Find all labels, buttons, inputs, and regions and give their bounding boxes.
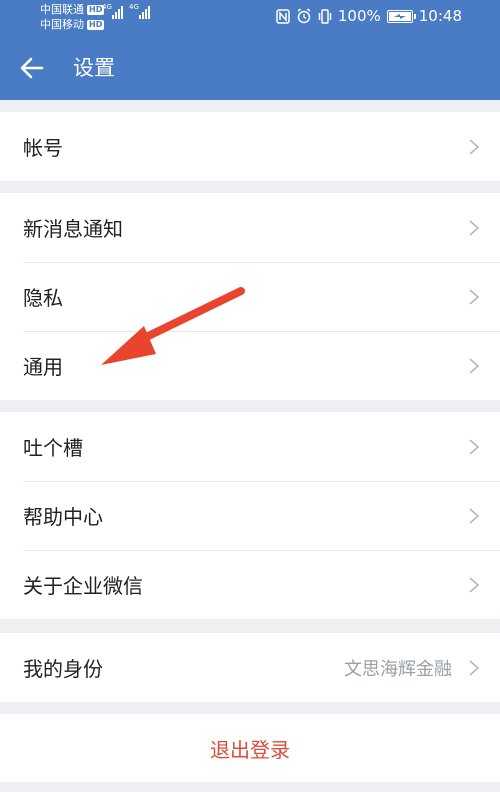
page-title: 设置 xyxy=(73,56,115,80)
network-type-1: 4G xyxy=(102,3,112,11)
status-right: 100% 10:48 xyxy=(276,7,462,25)
app-header: 设置 xyxy=(0,36,500,100)
settings-item-label: 我的身份 xyxy=(23,657,103,681)
settings-item-feedback[interactable]: 吐个槽 xyxy=(0,412,500,481)
settings-item-privacy[interactable]: 隐私 xyxy=(0,262,500,331)
settings-item-notifications[interactable]: 新消息通知 xyxy=(0,193,500,262)
settings-item-label: 帐号 xyxy=(23,136,63,160)
nfc-icon xyxy=(276,8,290,24)
arrow-left-icon xyxy=(20,57,44,79)
chevron-right-icon xyxy=(469,358,480,374)
carrier-info: 中国联通 HD 中国移动 HD xyxy=(40,2,105,32)
chevron-right-icon xyxy=(469,439,480,455)
settings-item-value: 文思海辉金融 xyxy=(344,658,452,680)
settings-item-label: 隐私 xyxy=(23,286,63,310)
hd-badge-2: HD xyxy=(87,19,105,30)
battery-percent: 100% xyxy=(337,7,381,25)
settings-group-support: 吐个槽 帮助中心 关于企业微信 xyxy=(0,412,500,619)
settings-item-general[interactable]: 通用 xyxy=(0,331,500,400)
settings-item-label: 通用 xyxy=(23,355,63,379)
signal-strength-icon: 4G xyxy=(102,3,123,19)
carrier-1-name: 中国联通 xyxy=(40,2,84,16)
settings-item-label: 新消息通知 xyxy=(23,217,123,241)
settings-item-help-center[interactable]: 帮助中心 xyxy=(0,481,500,550)
chevron-right-icon xyxy=(469,508,480,524)
signal-strength-icon: 4G xyxy=(129,3,150,19)
network-type-2: 4G xyxy=(129,3,139,11)
chevron-right-icon xyxy=(469,289,480,305)
settings-item-account[interactable]: 帐号 xyxy=(0,112,500,181)
chevron-right-icon xyxy=(469,577,480,593)
chevron-right-icon xyxy=(469,139,480,155)
clock-time: 10:48 xyxy=(418,7,462,25)
signal-indicators: 4G 4G xyxy=(102,3,150,19)
carrier-2-name: 中国移动 xyxy=(40,17,84,31)
settings-item-label: 吐个槽 xyxy=(23,436,83,460)
chevron-right-icon xyxy=(469,660,480,676)
settings-item-label: 帮助中心 xyxy=(23,505,103,529)
logout-button[interactable]: 退出登录 xyxy=(0,714,500,782)
settings-group-account: 帐号 xyxy=(0,112,500,181)
battery-charging-icon xyxy=(386,9,416,23)
back-button[interactable] xyxy=(18,54,46,82)
settings-item-identity[interactable]: 我的身份 文思海辉金融 xyxy=(0,633,500,702)
status-bar: 中国联通 HD 中国移动 HD 4G 4G 100% 10:48 xyxy=(0,0,500,36)
alarm-icon xyxy=(296,8,312,24)
settings-item-label: 关于企业微信 xyxy=(23,574,143,598)
logout-label: 退出登录 xyxy=(210,737,290,762)
settings-group-preferences: 新消息通知 隐私 通用 xyxy=(0,193,500,400)
settings-group-identity: 我的身份 文思海辉金融 xyxy=(0,633,500,702)
chevron-right-icon xyxy=(469,220,480,236)
settings-item-about[interactable]: 关于企业微信 xyxy=(0,550,500,619)
vibrate-icon xyxy=(318,8,332,24)
